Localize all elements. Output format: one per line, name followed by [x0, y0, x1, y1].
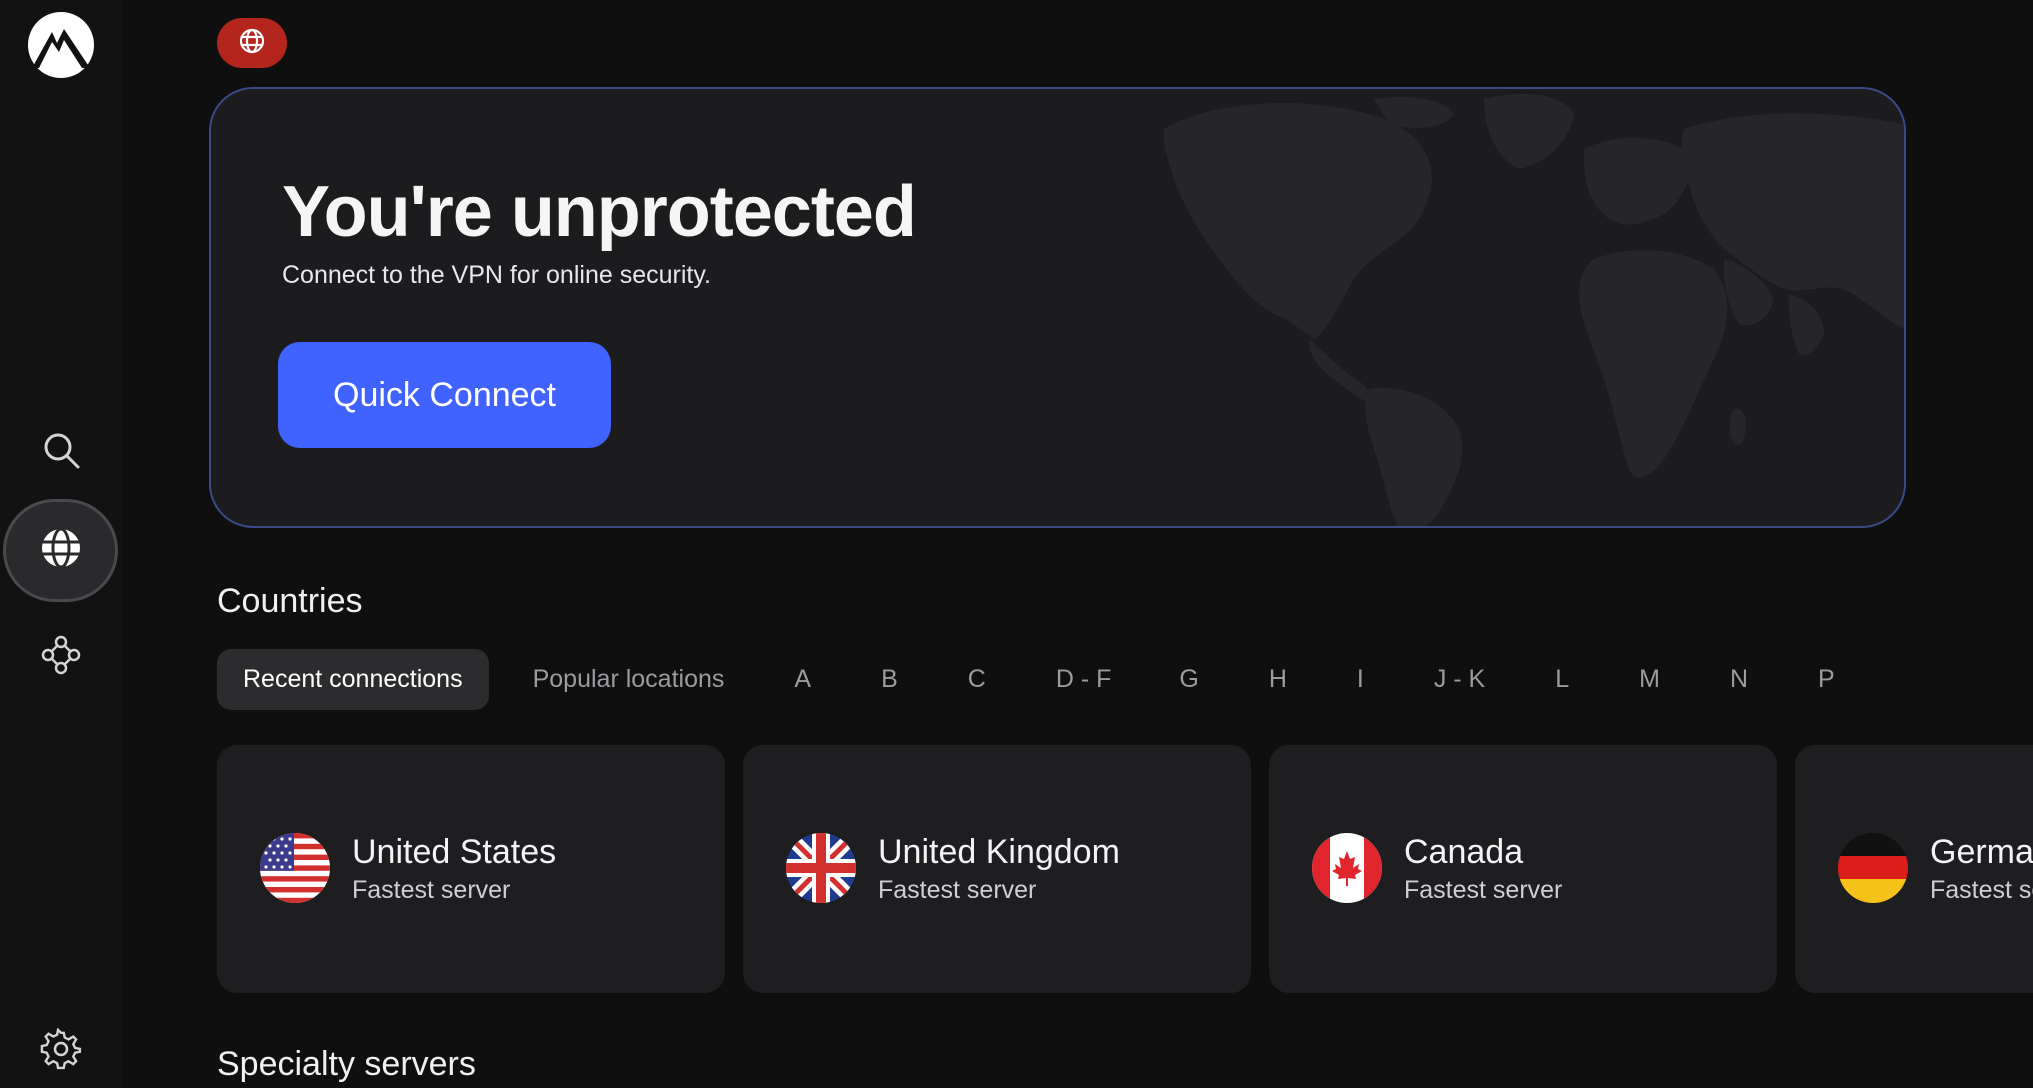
country-card-united-states[interactable]: United States Fastest server: [217, 745, 725, 993]
country-card-united-kingdom[interactable]: United Kingdom Fastest server: [743, 745, 1251, 993]
meshnet-icon[interactable]: [36, 630, 86, 680]
tab-letter-a[interactable]: A: [794, 649, 811, 710]
hero-subtitle: Connect to the VPN for online security.: [282, 261, 711, 289]
us-flag-icon: [260, 833, 330, 903]
country-name: Canada: [1404, 833, 1524, 871]
country-filter-tabs: Recent connections Popular locations A B…: [217, 649, 1835, 710]
globe-icon: [238, 27, 266, 60]
tab-letter-n[interactable]: N: [1730, 649, 1748, 710]
server-label: Fastest server: [1930, 876, 2033, 904]
uk-flag-icon: [786, 833, 856, 903]
country-name: United Kingdom: [878, 833, 1120, 871]
tab-letter-j-k[interactable]: J - K: [1434, 649, 1485, 710]
tab-letter-g[interactable]: G: [1179, 649, 1198, 710]
canada-flag-icon: [1312, 833, 1382, 903]
server-label: Fastest server: [352, 876, 511, 904]
country-card-germany[interactable]: Germany Fastest server: [1795, 745, 2033, 993]
tab-letter-i[interactable]: I: [1357, 649, 1364, 710]
sidebar-item-countries[interactable]: [3, 499, 118, 602]
mountain-logo-icon[interactable]: [24, 12, 98, 78]
server-label: Fastest server: [878, 876, 1037, 904]
germany-flag-icon: [1838, 833, 1908, 903]
tab-letter-p[interactable]: P: [1818, 649, 1835, 710]
tab-letter-d-f[interactable]: D - F: [1056, 649, 1112, 710]
tab-popular-locations[interactable]: Popular locations: [533, 649, 725, 710]
protection-status-card: You're unprotected Connect to the VPN fo…: [209, 87, 1906, 528]
page-title: You're unprotected: [282, 172, 917, 252]
specialty-servers-heading: Specialty servers: [217, 1045, 476, 1083]
country-name: United States: [352, 833, 557, 871]
quick-connect-button[interactable]: Quick Connect: [278, 342, 611, 448]
tab-letter-c[interactable]: C: [968, 649, 986, 710]
globe-icon: [39, 526, 83, 575]
tab-letter-b[interactable]: B: [881, 649, 898, 710]
tab-recent-connections[interactable]: Recent connections: [217, 649, 489, 710]
country-card-canada[interactable]: Canada Fastest server: [1269, 745, 1777, 993]
sidebar: [0, 0, 122, 1088]
country-name: Germany: [1930, 833, 2033, 871]
tab-letter-l[interactable]: L: [1555, 649, 1569, 710]
tab-letter-m[interactable]: M: [1639, 649, 1660, 710]
server-label: Fastest server: [1404, 876, 1563, 904]
countries-heading: Countries: [217, 582, 363, 620]
world-map-graphic: [1163, 94, 1904, 526]
tab-letter-h[interactable]: H: [1269, 649, 1287, 710]
connection-status-badge[interactable]: [217, 18, 287, 68]
gear-icon[interactable]: [36, 1024, 86, 1074]
recent-connections-list: United States Fastest server United King…: [217, 745, 2033, 993]
search-icon[interactable]: [36, 425, 86, 475]
